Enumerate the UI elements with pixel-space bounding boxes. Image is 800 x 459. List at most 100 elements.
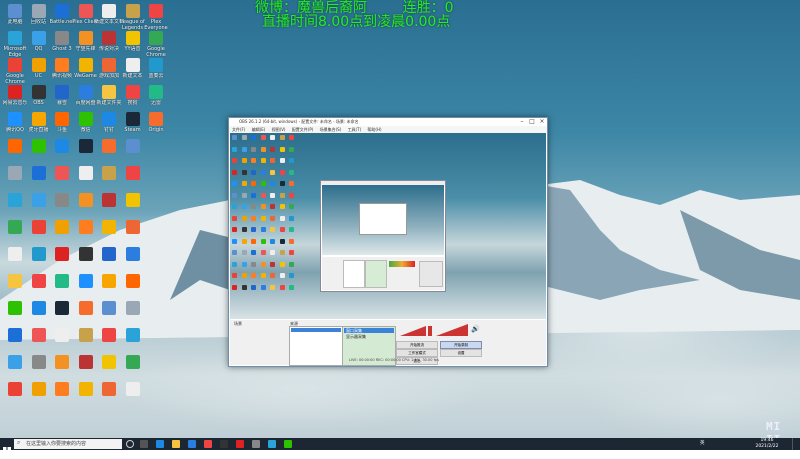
desktop-icon[interactable] [27,191,51,221]
menu-view[interactable]: 视图(V) [272,127,286,132]
source-item[interactable]: 显示器采集 [343,334,395,339]
desktop-icon[interactable] [74,191,98,221]
windows-start-icon[interactable] [3,440,11,455]
desktop-icon[interactable] [27,137,51,167]
start-recording-button[interactable]: 开始录制 [440,341,482,349]
desktop-icon[interactable] [97,137,121,167]
app-icon[interactable] [204,440,212,448]
desktop-icon[interactable] [121,326,145,356]
desktop-icon[interactable] [50,299,74,329]
desktop-icon[interactable] [74,218,98,248]
desktop-icon[interactable] [97,299,121,329]
desktop-icon[interactable] [121,380,145,410]
desktop-icon[interactable] [27,218,51,248]
menu-profile[interactable]: 配置文件(P) [292,127,314,132]
store-icon[interactable] [188,440,196,448]
minimize-icon[interactable]: – [517,118,527,126]
desktop-icon[interactable] [27,326,51,356]
obs-preview[interactable] [230,133,546,319]
desktop-icon[interactable] [27,353,51,383]
desktop-icon[interactable] [97,272,121,302]
speaker-icon[interactable]: 🔊 [471,325,480,333]
desktop-icon[interactable] [3,353,27,383]
desktop-icon[interactable] [3,326,27,356]
language-indicator[interactable]: 英 [700,441,705,447]
desktop-icon[interactable] [74,380,98,410]
desktop-icon[interactable] [3,380,27,410]
obs-taskbar-icon[interactable] [220,440,228,448]
desktop-icon[interactable]: Google Chrome [144,29,168,59]
file-explorer-icon[interactable] [172,440,180,448]
desktop-icon[interactable] [3,191,27,221]
menu-help[interactable]: 帮助(H) [367,127,381,132]
desktop-icon[interactable] [97,245,121,275]
start-streaming-button[interactable]: 开始推流 [396,341,438,349]
obs-window[interactable]: OBS 26.1.2 (64-bit, windows) - 配置文件: 未命名… [228,117,548,367]
desktop-icon[interactable] [27,164,51,194]
desktop-icon[interactable] [121,137,145,167]
cortana-icon[interactable] [126,440,134,448]
desktop-icon[interactable] [74,299,98,329]
desktop-icon[interactable] [3,299,27,329]
desktop-icon[interactable] [97,191,121,221]
desktop-icon[interactable] [97,218,121,248]
desktop-icon[interactable] [50,191,74,221]
desktop-icon[interactable] [50,245,74,275]
desktop-icon[interactable] [74,353,98,383]
desktop-icon[interactable] [50,164,74,194]
desktop-icon[interactable] [50,326,74,356]
desktop-icon[interactable] [121,218,145,248]
netease-music-icon[interactable] [236,440,244,448]
menu-edit[interactable]: 编辑(E) [252,127,266,132]
close-icon[interactable]: × [537,118,547,126]
wechat-icon[interactable] [284,440,292,448]
desktop-icon[interactable] [121,191,145,221]
menu-file[interactable]: 文件(F) [232,127,245,132]
edge-icon[interactable] [156,440,164,448]
desktop-icon[interactable] [74,137,98,167]
desktop-icon[interactable] [121,353,145,383]
system-clock[interactable]: 19:46 2021/2/22 [752,438,782,450]
scenes-list[interactable] [289,326,343,366]
source-item[interactable]: 窗口采集 [344,328,394,333]
desktop-icon[interactable] [27,299,51,329]
maximize-icon[interactable]: □ [527,118,537,126]
desktop-icon[interactable] [121,245,145,275]
desktop-icon[interactable]: 迅雷 [144,83,168,113]
settings-button[interactable]: 设置 [440,349,482,357]
menu-scene-collection[interactable]: 场景集合(S) [320,127,342,132]
desktop-icon[interactable] [50,218,74,248]
desktop-icon[interactable] [50,353,74,383]
desktop-icon[interactable] [27,380,51,410]
audio-mixer[interactable]: 🔊 [396,322,482,338]
desktop-icon[interactable] [97,326,121,356]
desktop-icon[interactable] [121,299,145,329]
app-icon[interactable] [268,440,276,448]
task-view-icon[interactable] [140,440,148,448]
desktop-icon[interactable] [74,164,98,194]
desktop-icon[interactable] [50,137,74,167]
app-icon[interactable] [252,440,260,448]
desktop-icon[interactable] [3,137,27,167]
desktop-icon[interactable] [3,164,27,194]
desktop-icon[interactable] [121,272,145,302]
taskbar-search-input[interactable]: 在这里输入你要搜索的内容 [14,439,122,449]
desktop-icon[interactable] [74,326,98,356]
desktop-icon[interactable]: Origin [144,110,168,140]
desktop-icon[interactable] [27,245,51,275]
desktop-icon[interactable] [3,218,27,248]
desktop-icon[interactable] [97,164,121,194]
desktop-icon[interactable]: 蓝奏云 [144,56,168,86]
desktop-icon[interactable] [3,272,27,302]
desktop-icon[interactable]: Plex Everyone [144,2,168,32]
desktop-icon[interactable] [97,380,121,410]
desktop-icon[interactable] [3,245,27,275]
desktop-icon[interactable] [50,272,74,302]
desktop-icon[interactable] [74,245,98,275]
desktop-icon[interactable] [121,164,145,194]
menu-tools[interactable]: 工具(T) [348,127,362,132]
studio-mode-button[interactable]: 工作室模式 [396,349,438,357]
desktop-icon[interactable] [74,272,98,302]
desktop-icon[interactable] [97,353,121,383]
desktop-icon[interactable] [50,380,74,410]
